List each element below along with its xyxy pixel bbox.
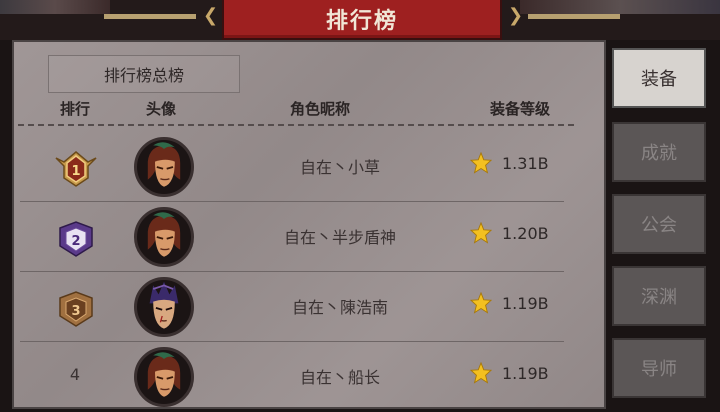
tab-guild[interactable]: 公会 <box>612 194 706 254</box>
tab-overall-leaderboard[interactable]: 排行榜总榜 <box>48 55 240 93</box>
tab-mentor[interactable]: 导师 <box>612 338 706 398</box>
brown-hair-green-cap-icon <box>147 352 181 397</box>
chevron-right-icon: ❯ <box>508 5 524 26</box>
star-icon <box>470 152 492 174</box>
brown-hair-green-cap-icon <box>147 212 181 257</box>
page-title: 排行榜 <box>222 0 502 40</box>
star-icon <box>470 292 492 314</box>
bronze-rank-badge-icon: 3 <box>59 291 93 327</box>
table-row[interactable]: 4 自在丶船长 1.19B <box>14 342 604 412</box>
purple-rank-badge-icon: 2 <box>59 221 93 257</box>
player-name: 自在丶半步盾神 <box>283 228 396 247</box>
avatar[interactable] <box>134 207 194 267</box>
player-name: 自在丶小草 <box>299 158 380 177</box>
gold-bar-right <box>528 14 620 19</box>
gold-rank-badge-icon: 1 <box>55 151 97 187</box>
leaderboard-panel: 排行榜总榜 排行 头像 角色昵称 装备等级 1 自在丶小草 1.31B 2 自在… <box>12 40 606 409</box>
header-avatar: 头像 <box>146 100 177 118</box>
player-name: 自在丶船长 <box>299 368 380 387</box>
tab-equipment[interactable]: 装备 <box>612 48 706 108</box>
table-row[interactable]: 3 自在丶陳浩南 1.19B <box>14 272 604 342</box>
top-decoration-right <box>520 0 720 14</box>
top-bar: ❮ ❯ 排行榜 <box>0 0 720 40</box>
rank-number: 4 <box>69 365 81 384</box>
equipment-level: 1.19B <box>502 364 549 383</box>
tab-achievement[interactable]: 成就 <box>612 122 706 182</box>
equipment-level: 1.20B <box>502 224 549 243</box>
chevron-left-icon: ❮ <box>203 5 219 26</box>
table-row[interactable]: 2 自在丶半步盾神 1.20B <box>14 202 604 272</box>
header-level: 装备等级 <box>490 100 551 118</box>
header-divider <box>18 124 574 126</box>
header-name: 角色昵称 <box>290 100 351 118</box>
rank-number: 1 <box>71 164 80 179</box>
avatar[interactable] <box>134 277 194 337</box>
gold-bar-left <box>104 14 196 19</box>
rank-number: 2 <box>71 234 80 249</box>
table-row[interactable]: 1 自在丶小草 1.31B <box>14 132 604 202</box>
table-header: 排行 头像 角色昵称 装备等级 <box>14 94 604 124</box>
header-rank: 排行 <box>60 100 91 118</box>
star-icon <box>470 222 492 244</box>
equipment-level: 1.31B <box>502 154 549 173</box>
tab-abyss[interactable]: 深渊 <box>612 266 706 326</box>
top-decoration-left <box>0 0 110 14</box>
purple-spiky-hair-icon <box>149 281 179 329</box>
avatar[interactable] <box>134 137 194 197</box>
brown-hair-green-cap-icon <box>147 142 181 187</box>
equipment-level: 1.19B <box>502 294 549 313</box>
player-name: 自在丶陳浩南 <box>291 298 388 317</box>
avatar[interactable] <box>134 347 194 407</box>
rank-number: 3 <box>71 304 80 319</box>
star-icon <box>470 362 492 384</box>
